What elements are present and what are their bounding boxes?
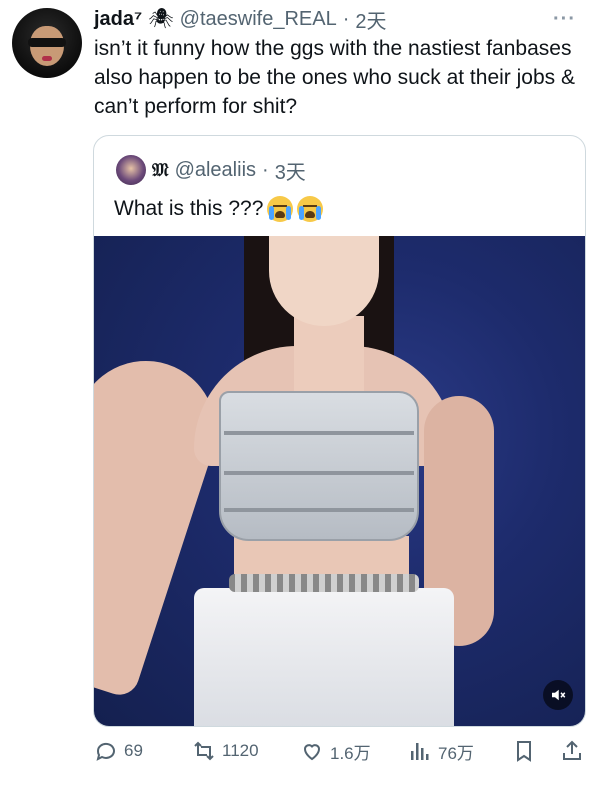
like-button[interactable]: 1.6万	[300, 736, 371, 766]
quote-header: 𝔐 @alealiis · 3天	[116, 154, 306, 186]
reply-count: 69	[124, 741, 143, 760]
spider-icon: 🕷	[148, 8, 174, 30]
reply-button[interactable]: 69	[94, 736, 143, 766]
tweet-text: isn’t it funny how the ggs with the nast…	[94, 37, 575, 118]
views-button[interactable]: 76万	[408, 736, 474, 766]
top-strap	[224, 508, 414, 512]
quote-time[interactable]: 3天	[275, 156, 306, 185]
quote-author-name[interactable]: 𝔐	[152, 160, 169, 181]
views-icon	[411, 743, 429, 760]
heart-icon	[303, 744, 321, 761]
quote-video[interactable]	[94, 236, 585, 726]
tweet-header: jada⁷ 🕷 @taeswife_REAL · 2天	[94, 5, 387, 34]
quote-author-avatar[interactable]	[116, 155, 146, 185]
retweet-button[interactable]: 1120	[192, 736, 259, 766]
quote-text-row: What is this ???	[114, 196, 324, 222]
like-count: 1.6万	[330, 743, 371, 763]
video-figure-top	[219, 391, 419, 541]
avatar-lips	[42, 56, 52, 61]
quote-author-handle[interactable]: @alealiis	[175, 159, 256, 182]
author-name[interactable]: jada⁷	[94, 8, 142, 31]
video-figure-chain-belt	[229, 574, 419, 592]
quote-text: What is this ???	[114, 197, 264, 220]
tweet-time[interactable]: 2天	[355, 5, 386, 34]
author-avatar[interactable]	[12, 8, 82, 78]
quote-separator-dot: ·	[262, 158, 269, 181]
reply-icon	[96, 742, 115, 761]
mute-icon[interactable]	[543, 680, 573, 710]
video-figure-skirt	[194, 588, 454, 726]
loudly-crying-emoji-icon	[267, 196, 294, 222]
views-count: 76万	[438, 743, 474, 763]
share-icon	[563, 740, 581, 760]
top-strap	[224, 471, 414, 475]
quoted-tweet[interactable]: 𝔐 @alealiis · 3天 What is this ???	[93, 135, 586, 727]
bookmark-icon	[517, 741, 531, 762]
tweet-actions: 69 1120 1.6万 76万	[94, 736, 586, 766]
bookmark-button[interactable]	[512, 736, 536, 766]
avatar-glasses	[28, 38, 66, 47]
loudly-crying-emoji-icon	[297, 196, 324, 222]
separator-dot: ·	[342, 7, 350, 30]
retweet-count: 1120	[222, 741, 259, 760]
more-options-icon[interactable]: ···	[553, 8, 576, 31]
retweet-icon	[194, 741, 214, 761]
author-handle[interactable]: @taeswife_REAL	[180, 8, 337, 31]
share-button[interactable]	[560, 736, 584, 766]
top-strap	[224, 431, 414, 435]
